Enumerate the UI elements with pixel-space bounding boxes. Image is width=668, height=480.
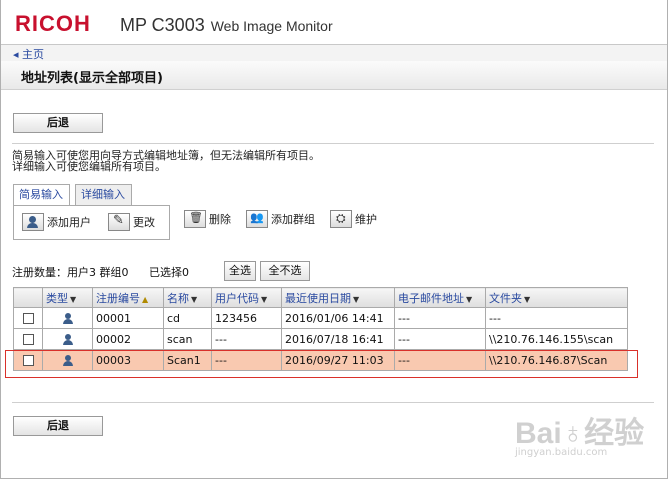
pencil-icon [108, 213, 130, 231]
cell-email: --- [394, 328, 486, 350]
maintenance-label: 维护 [355, 213, 377, 226]
cell-email: --- [394, 307, 486, 329]
back-button-bottom[interactable]: 后退 [13, 416, 103, 436]
tab-simple-input[interactable]: 简易输入 [13, 184, 70, 206]
sort-down-icon: ▼ [466, 294, 473, 304]
cell-name: cd [163, 307, 212, 329]
header-last-used[interactable]: 最近使用日期 ▼ [281, 287, 395, 308]
header-user-code[interactable]: 用户代码 ▼ [211, 287, 282, 308]
cell-name: scan [163, 328, 212, 350]
back-button-top[interactable]: 后退 [13, 113, 103, 133]
trash-icon [184, 210, 206, 228]
divider-top [12, 143, 654, 144]
home-bar: ◂ 主页 [1, 44, 667, 62]
home-link[interactable]: ◂ 主页 [13, 46, 44, 62]
user-icon [62, 312, 74, 325]
simple-input-panel: 添加用户 更改 [13, 205, 170, 240]
deselect-all-button[interactable]: 全不选 [260, 261, 310, 281]
selected-count: 已选择0 [149, 266, 189, 279]
note-line-2: 详细输入可使您编辑所有项目。 [12, 160, 166, 173]
input-mode-note: 简易输入可使您用向导方式编辑地址簿，但无法编辑所有项目。 详细输入可使您编辑所有… [12, 150, 320, 172]
edit-label: 更改 [133, 216, 155, 229]
watermark-url: jingyan.baidu.com [515, 447, 608, 458]
delete-button[interactable]: 删除 [184, 210, 231, 228]
sort-down-icon: ▼ [191, 294, 198, 304]
delete-label: 删除 [209, 213, 231, 226]
model-name: MP C3003 [120, 15, 205, 35]
title-bar: 地址列表(显示全部项目) [1, 61, 667, 90]
sort-up-icon: ▲ [142, 294, 149, 304]
row-checkbox[interactable] [22, 334, 34, 345]
watermark-brand: Bai♁经验 [515, 417, 645, 450]
page-title: 地址列表(显示全部项目) [21, 71, 163, 86]
ricoh-logo: RICOH [15, 11, 91, 36]
cell-user-code: 123456 [211, 307, 282, 329]
header-name[interactable]: 名称 ▼ [163, 287, 212, 308]
table-row[interactable]: 00001 cd 123456 2016/01/06 14:41 --- --- [13, 307, 628, 329]
sort-down-icon: ▼ [524, 294, 531, 304]
divider-bottom [12, 402, 654, 403]
user-icon [62, 333, 74, 346]
table-header-row: 类型 ▼ 注册编号 ▲ 名称 ▼ 用户代码 ▼ 最近使用日期 ▼ 电子邮件地址 ▼ 文件夹 ▼ [13, 287, 628, 308]
header-checkbox-column [13, 287, 43, 308]
add-user-icon [22, 213, 44, 231]
highlight-callout-box [5, 350, 638, 378]
cell-folder: --- [485, 307, 628, 329]
cell-folder: \\210.76.146.155\scan [485, 328, 628, 350]
maintenance-button[interactable]: 维护 [330, 210, 377, 228]
edit-button[interactable]: 更改 [108, 213, 155, 231]
registered-count: 注册数量：用户3 群组0 [12, 266, 129, 279]
add-user-label: 添加用户 [47, 216, 91, 229]
sort-down-icon: ▼ [261, 294, 268, 304]
sort-down-icon: ▼ [70, 294, 77, 304]
header-folder[interactable]: 文件夹 ▼ [485, 287, 628, 308]
sort-down-icon: ▼ [353, 294, 360, 304]
cell-reg-number: 00001 [92, 307, 164, 329]
add-group-label: 添加群组 [271, 213, 315, 226]
cell-last-used: 2016/07/18 16:41 [281, 328, 395, 350]
row-checkbox[interactable] [22, 313, 34, 324]
table-row[interactable]: 00002 scan --- 2016/07/18 16:41 --- \\21… [13, 328, 628, 350]
product-name: Web Image Monitor [210, 18, 333, 34]
group-icon [246, 210, 268, 228]
maintenance-icon [330, 210, 352, 228]
add-user-button[interactable]: 添加用户 [22, 213, 91, 231]
select-all-button[interactable]: 全选 [224, 261, 256, 281]
header-email[interactable]: 电子邮件地址 ▼ [394, 287, 486, 308]
tab-detailed-input[interactable]: 详细输入 [75, 184, 132, 205]
cell-last-used: 2016/01/06 14:41 [281, 307, 395, 329]
add-group-button[interactable]: 添加群组 [246, 210, 315, 228]
header: RICOH MP C3003 Web Image Monitor [1, 0, 667, 42]
baidu-watermark: Bai♁经验 jingyan.baidu.com [515, 406, 663, 466]
model-title: MP C3003 Web Image Monitor [120, 15, 333, 36]
header-reg-number[interactable]: 注册编号 ▲ [92, 287, 164, 308]
cell-user-code: --- [211, 328, 282, 350]
header-type[interactable]: 类型 ▼ [42, 287, 93, 308]
cell-reg-number: 00002 [92, 328, 164, 350]
